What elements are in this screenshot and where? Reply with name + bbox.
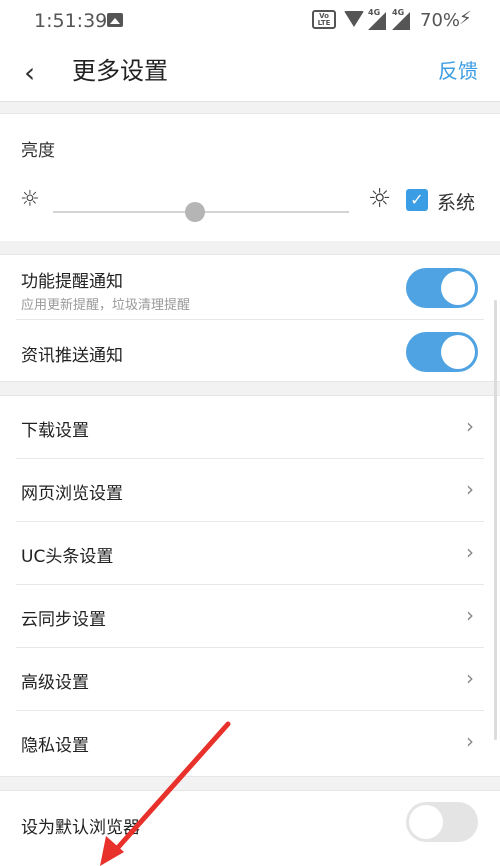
list-item-privacy-settings[interactable]: 隐私设置 › — [0, 711, 500, 774]
list-item-label: 下载设置 — [21, 421, 89, 441]
news-push-toggle[interactable] — [406, 332, 478, 372]
list-item-cloud-sync-settings[interactable]: 云同步设置 › — [0, 585, 500, 648]
settings-list: 下载设置 › 网页浏览设置 › UC头条设置 › 云同步设置 › 高级设置 › … — [0, 395, 500, 777]
default-browser-label: 设为默认浏览器 — [21, 818, 140, 838]
chevron-right-icon: › — [466, 666, 474, 690]
list-item-download-settings[interactable]: 下载设置 › — [0, 396, 500, 459]
brightness-label: 亮度 — [21, 141, 55, 161]
brightness-slider-knob[interactable] — [185, 202, 206, 222]
list-item-label: 隐私设置 — [21, 736, 89, 756]
list-item-uc-headlines-settings[interactable]: UC头条设置 › — [0, 522, 500, 585]
top-app-bar: ‹ 更多设置 反馈 — [0, 44, 500, 102]
chevron-right-icon: › — [466, 477, 474, 501]
volte-icon: Vo LTE — [312, 10, 336, 29]
brightness-slider[interactable] — [53, 202, 349, 222]
chevron-right-icon: › — [466, 540, 474, 564]
page-title: 更多设置 — [72, 57, 168, 85]
list-item-label: 云同步设置 — [21, 610, 106, 630]
system-brightness-checkbox[interactable]: ✓ — [406, 189, 428, 211]
status-time: 1:51:39 — [34, 10, 108, 32]
chevron-right-icon: › — [466, 414, 474, 438]
cell-signal-icon: 4G — [368, 8, 388, 30]
feature-notification-toggle[interactable] — [406, 268, 478, 308]
list-item-label: 高级设置 — [21, 673, 89, 693]
list-item-label: 网页浏览设置 — [21, 484, 123, 504]
battery-percent: 70% — [420, 10, 461, 31]
chevron-right-icon: › — [466, 729, 474, 753]
back-arrow-icon[interactable]: ‹ — [24, 56, 48, 90]
notification-section: 功能提醒通知 应用更新提醒，垃圾清理提醒 资讯推送通知 — [0, 254, 500, 382]
news-push-title: 资讯推送通知 — [21, 346, 123, 366]
image-notification-icon — [107, 13, 123, 27]
list-item-advanced-settings[interactable]: 高级设置 › — [0, 648, 500, 711]
brightness-section: 亮度 ☼ ☼ ✓ 系统 — [0, 113, 500, 241]
status-bar: 1:51:39 Vo LTE 4G 4G 70% ⚡ — [0, 0, 500, 44]
feature-notification-title: 功能提醒通知 — [21, 272, 123, 292]
system-brightness-label: 系统 — [437, 192, 476, 214]
cell-signal-icon-2: 4G — [392, 8, 412, 30]
charging-bolt-icon: ⚡ — [459, 8, 472, 29]
scrollbar[interactable] — [494, 300, 497, 740]
sun-high-icon: ☼ — [368, 184, 392, 214]
default-browser-toggle[interactable] — [406, 802, 478, 842]
chevron-right-icon: › — [466, 603, 474, 627]
default-browser-section: 设为默认浏览器 — [0, 790, 500, 866]
divider — [16, 319, 484, 320]
list-item-label: UC头条设置 — [21, 547, 114, 567]
feedback-button[interactable]: 反馈 — [438, 56, 478, 86]
sun-low-icon: ☼ — [20, 187, 40, 212]
feature-notification-subtitle: 应用更新提醒，垃圾清理提醒 — [21, 298, 191, 313]
wifi-icon — [344, 11, 364, 27]
list-item-browsing-settings[interactable]: 网页浏览设置 › — [0, 459, 500, 522]
